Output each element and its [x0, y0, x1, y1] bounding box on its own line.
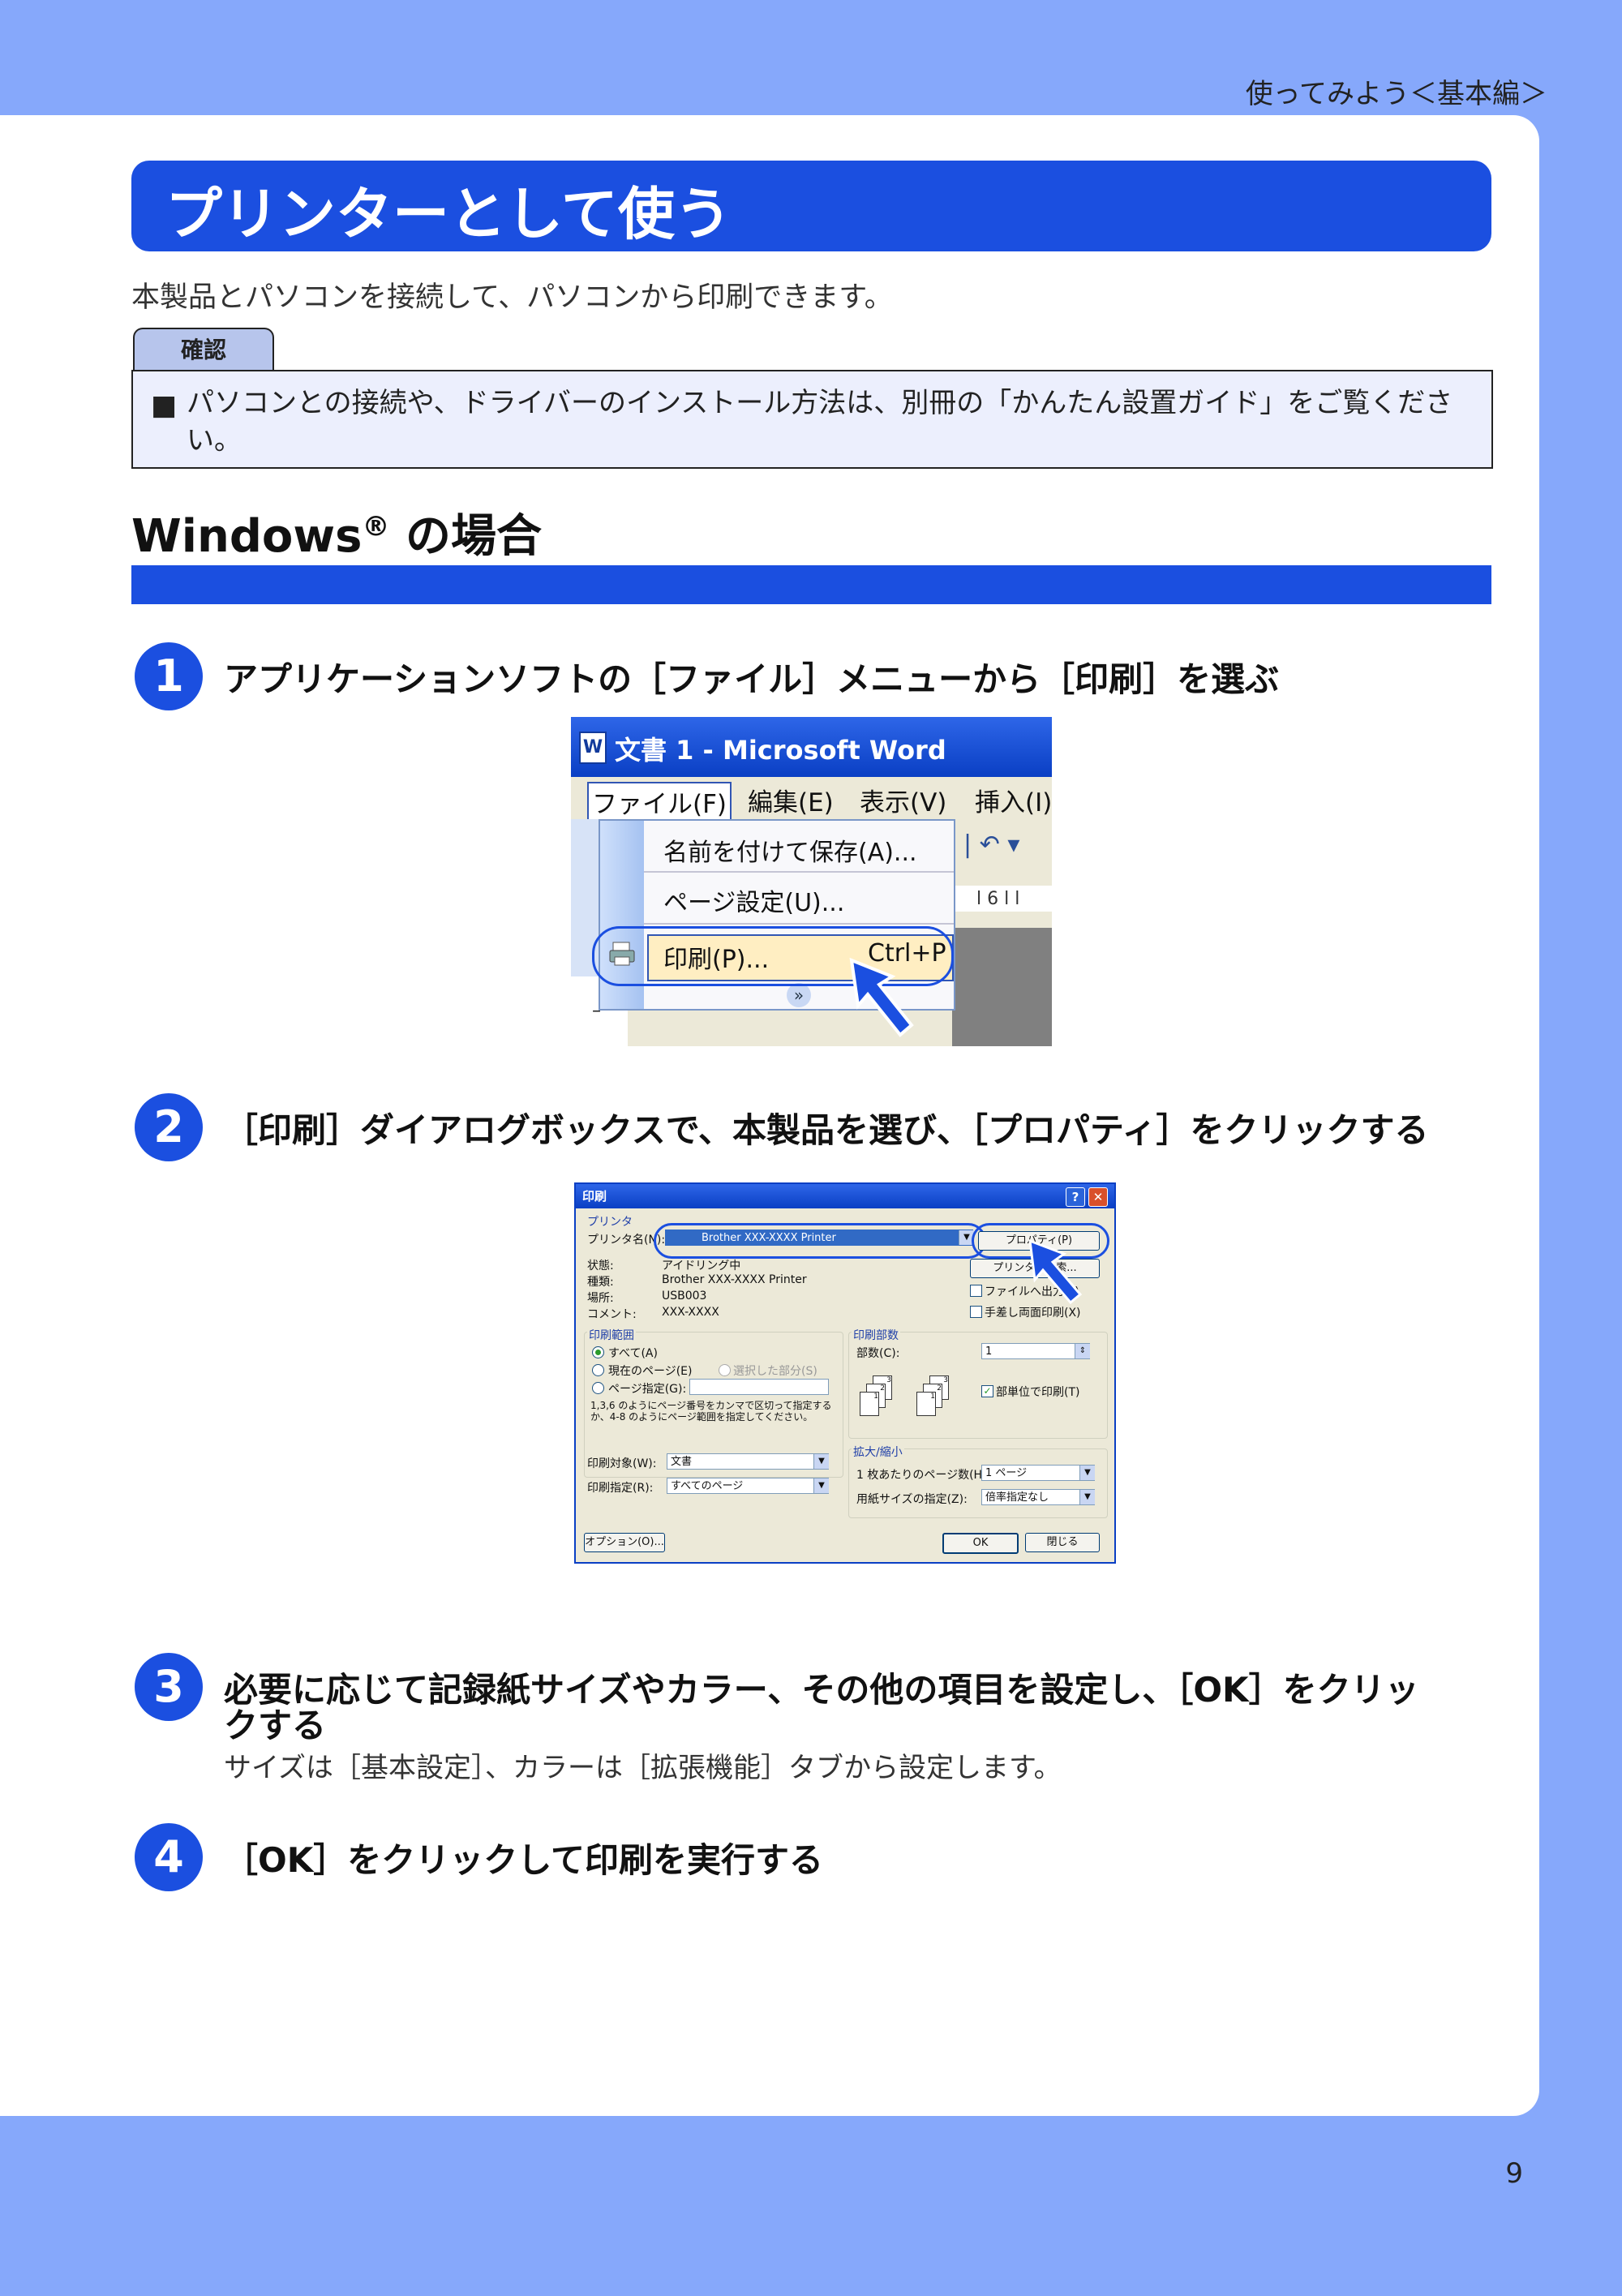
spin-icon[interactable]: ⇕ — [1075, 1344, 1090, 1358]
chevron-down-icon[interactable]: ▼ — [813, 1454, 829, 1469]
menu-separator — [644, 871, 954, 873]
pages-per-sheet-label: 1 枚あたりのページ数(H): — [856, 1469, 991, 1482]
print-dialog-title: 印刷 — [582, 1189, 607, 1204]
ruler-ticks: l 6 l l — [976, 889, 1020, 909]
print-what-select[interactable]: 文書 — [667, 1453, 829, 1470]
scale-select[interactable]: 倍率指定なし — [981, 1489, 1095, 1505]
range-pages-input[interactable] — [689, 1379, 829, 1395]
print-dialog: 印刷 ? ✕ プリンタ プリンタ名(N): Brother XXX-XXXX P… — [574, 1182, 1116, 1564]
word-title-bar: W 文書 1 - Microsoft Word — [571, 717, 1052, 777]
note-tab: 確認 — [133, 328, 274, 371]
pages-per-sheet-select[interactable]: 1 ページ — [981, 1465, 1095, 1481]
toolbar-area: | ↶ ▾ — [952, 819, 1052, 873]
range-selection-radio[interactable] — [719, 1364, 731, 1376]
header-section-label: 使ってみよう＜基本編＞ — [1245, 78, 1547, 110]
comment-label: コメント: — [587, 1308, 637, 1321]
close-icon[interactable]: ✕ — [1088, 1187, 1108, 1207]
print-dialog-titlebar: 印刷 ? ✕ — [576, 1184, 1114, 1208]
step-1-text: アプリケーションソフトの［ファイル］メニューから［印刷］を選ぶ — [224, 659, 1280, 699]
manual-duplex-checkbox[interactable] — [970, 1306, 982, 1318]
highlight-oval — [654, 1223, 986, 1259]
comment-value: XXX-XXXX — [662, 1306, 719, 1319]
print-what-label: 印刷対象(W): — [587, 1457, 657, 1470]
print-range-label: 印刷範囲 — [587, 1327, 636, 1343]
range-all-label: すべて(A) — [608, 1347, 658, 1360]
chevron-down-icon[interactable]: ▼ — [1079, 1490, 1095, 1504]
range-pages-radio[interactable] — [592, 1382, 604, 1394]
where-value: USB003 — [662, 1290, 707, 1302]
menu-file[interactable]: ファイル(F) — [587, 782, 732, 822]
step-3-subtext: サイズは［基本設定］、カラーは［拡張機能］タブから設定します。 — [224, 1752, 1062, 1784]
range-current-radio[interactable] — [592, 1364, 604, 1376]
step-4-text: ［OK］をクリックして印刷を実行する — [224, 1840, 823, 1880]
section-title: Windows — [131, 510, 363, 563]
ok-button[interactable]: OK — [942, 1533, 1019, 1554]
pointer-arrow-icon — [1028, 1238, 1083, 1305]
section-heading: Windows® の場合 — [131, 500, 542, 565]
print-select[interactable]: すべてのページ — [667, 1478, 829, 1494]
range-selection-label: 選択した部分(S) — [733, 1365, 817, 1378]
expand-chevron-icon[interactable]: » — [787, 983, 811, 1007]
options-button[interactable]: オプション(O)... — [584, 1533, 665, 1552]
bullet-square: ■ — [151, 389, 178, 422]
chevron-down-icon[interactable]: ▼ — [1079, 1466, 1095, 1480]
zoom-group-label: 拡大/縮小 — [852, 1444, 904, 1460]
ruler: l 6 l l — [952, 886, 1052, 912]
step-4-number: 4 — [135, 1823, 203, 1891]
menu-separator — [644, 923, 954, 925]
step-3-number: 3 — [135, 1653, 203, 1721]
word-menu-bar: ファイル(F) 編集(E) 表示(V) 挿入(I) — [571, 777, 1052, 822]
collate-checkbox[interactable]: ✓ — [981, 1385, 993, 1397]
page-title: プリンターとして使う — [165, 181, 732, 247]
section-bar — [131, 565, 1491, 604]
type-value: Brother XXX-XXXX Printer — [662, 1273, 807, 1286]
intro-text: 本製品とパソコンを接続して、パソコンから印刷できます。 — [131, 281, 893, 314]
print-label: 印刷指定(R): — [587, 1482, 654, 1495]
step-1-number: 1 — [135, 642, 203, 710]
range-pages-label: ページ指定(G): — [608, 1383, 687, 1396]
printer-group-label: プリンタ — [587, 1216, 633, 1229]
note-text: パソコンとの接続や、ドライバーのインストール方法は、別冊の「かんたん設置ガイド」… — [187, 387, 1453, 457]
step-3-text: 必要に応じて記録紙サイズやカラー、その他の項目を設定し、［OK］をクリッ — [224, 1670, 1419, 1710]
menu-edit[interactable]: 編集(E) — [748, 782, 834, 818]
range-hint: 1,3,6 のようにページ番号をカンマで区切って指定するか、4-8 のようにペー… — [590, 1400, 832, 1423]
section-title-suffix: の場合 — [389, 510, 542, 563]
close-button[interactable]: 閉じる — [1025, 1533, 1100, 1552]
title-banner: プリンターとして使う — [131, 161, 1491, 251]
pointer-arrow-icon — [849, 957, 914, 1037]
scale-label: 用紙サイズの指定(Z): — [856, 1493, 968, 1506]
document-gray-area — [952, 928, 1052, 1046]
page-number: 9 — [1505, 2157, 1523, 2190]
registered-mark: ® — [362, 510, 390, 543]
help-button[interactable]: ? — [1066, 1187, 1085, 1207]
note-box: ■ パソコンとの接続や、ドライバーのインストール方法は、別冊の「かんたん設置ガイ… — [131, 370, 1493, 469]
copies-label: 部数(C): — [856, 1347, 900, 1360]
range-current-label: 現在のページ(E) — [608, 1365, 693, 1378]
step-2-number: 2 — [135, 1093, 203, 1161]
collate-label: 部単位で印刷(T) — [996, 1386, 1080, 1399]
status-label: 状態: — [587, 1260, 614, 1272]
copies-input[interactable]: 1 — [981, 1343, 1090, 1359]
menu-view[interactable]: 表示(V) — [860, 782, 946, 818]
step-3-text-continued: クする — [224, 1706, 327, 1745]
word-screenshot: W 文書 1 - Microsoft Word ファイル(F) 編集(E) 表示… — [571, 717, 1052, 1046]
menu-item-page-setup[interactable]: ページ設定(U)... — [663, 882, 844, 918]
step-2-text: ［印刷］ダイアログボックスで、本製品を選び、［プロパティ］をクリックする — [224, 1110, 1429, 1150]
chevron-down-icon[interactable]: ▼ — [813, 1478, 829, 1493]
print-to-file-checkbox[interactable] — [970, 1285, 982, 1297]
type-label: 種類: — [587, 1276, 614, 1289]
range-all-radio[interactable] — [592, 1346, 604, 1358]
word-app-icon: W — [579, 732, 607, 764]
undo-icon[interactable]: | ↶ ▾ — [963, 830, 1019, 859]
word-window-title: 文書 1 - Microsoft Word — [615, 735, 946, 766]
menu-insert[interactable]: 挿入(I) — [975, 782, 1052, 818]
menu-item-save-as[interactable]: 名前を付けて保存(A)... — [663, 832, 917, 868]
copies-group-label: 印刷部数 — [852, 1327, 900, 1343]
where-label: 場所: — [587, 1292, 614, 1305]
status-value: アイドリング中 — [662, 1260, 741, 1272]
